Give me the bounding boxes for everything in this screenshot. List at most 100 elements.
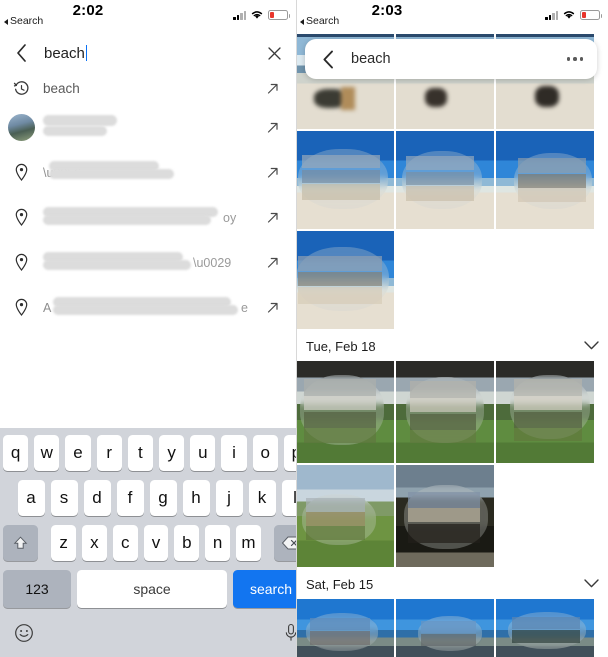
photo-thumbnail[interactable] [296,465,394,567]
more-dots-icon[interactable] [566,57,583,61]
key-y[interactable]: y [159,435,185,471]
key-m[interactable]: m [236,525,261,561]
emoji-smiley-icon[interactable] [14,623,34,648]
suggestion-lead-text: A [43,301,52,315]
suggestion-row-contact[interactable] [0,105,296,150]
photo-thumbnail[interactable] [296,599,394,657]
key-j[interactable]: j [215,480,243,516]
suggestion-body [34,115,262,136]
key-h[interactable]: h [182,480,210,516]
key-u[interactable]: u [190,435,216,471]
search-bar[interactable]: beach [0,34,296,72]
chevron-left-icon[interactable] [317,48,339,70]
date-label: Sat, Feb 15 [306,576,374,592]
location-pin-icon [8,163,34,182]
suggestion-row-location[interactable]: A e [0,285,296,330]
search-input[interactable]: beach [44,45,262,62]
key-e[interactable]: e [65,435,91,471]
key-w[interactable]: w [34,435,60,471]
history-clock-icon [8,80,34,97]
panel-divider [296,0,297,657]
key-c[interactable]: c [112,525,138,561]
key-s[interactable]: s [50,480,78,516]
key-f[interactable]: f [116,480,144,516]
suggestion-body: \u0056 [34,161,262,181]
close-x-icon[interactable] [262,41,286,65]
key-space[interactable]: space [77,570,227,608]
key-r[interactable]: r [96,435,122,471]
chevron-down-icon[interactable] [583,577,600,592]
photo-row [296,465,608,567]
suggestion-body: oy [34,207,262,226]
photo-thumbnail[interactable] [296,231,394,329]
photo-thumbnail[interactable] [396,465,494,567]
suggestion-row-recent[interactable]: beach [0,72,296,105]
date-section-header[interactable]: Sat, Feb 15 [296,569,608,599]
suggestion-list: beach oy \u0029 A e [0,72,296,330]
wifi-icon [251,11,263,19]
chevron-down-icon[interactable] [583,339,600,354]
photo-row [296,599,608,657]
suggestion-label: beach [43,81,80,96]
arrow-up-left-icon[interactable] [262,166,284,180]
arrow-up-left-icon[interactable] [262,301,284,315]
location-pin-icon [8,298,34,317]
microphone-icon[interactable] [284,623,296,648]
key-g[interactable]: g [149,480,177,516]
avatar [7,114,35,141]
keyboard-row-3: z x c v b n m [0,525,296,561]
photo-thumbnail[interactable] [396,599,494,657]
key-n[interactable]: n [205,525,230,561]
wifi-icon [563,11,575,19]
search-input-value: beach [44,44,85,62]
key-v[interactable]: v [143,525,169,561]
key-a[interactable]: a [17,480,45,516]
status-icons [233,9,290,20]
backspace-icon[interactable] [274,525,296,561]
redacted-text [43,115,262,136]
date-section-header[interactable]: Tue, Feb 18 [296,331,608,361]
back-triangle-icon [300,18,304,25]
status-icons [545,9,602,20]
key-o[interactable]: o [252,435,278,471]
key-numbers[interactable]: 123 [3,570,71,608]
key-q[interactable]: q [2,435,29,471]
on-screen-keyboard: q w e r t y u i o p a s d f g h j k l [0,428,296,657]
suggestion-row-location[interactable]: oy [0,195,296,240]
arrow-up-left-icon[interactable] [262,121,284,135]
photo-thumbnail[interactable] [396,361,494,463]
photo-thumbnail[interactable] [496,131,594,229]
photo-thumbnail[interactable] [296,361,394,463]
key-i[interactable]: i [221,435,247,471]
shift-arrow-icon[interactable] [2,525,38,561]
arrow-up-left-icon[interactable] [262,211,284,225]
key-b[interactable]: b [174,525,200,561]
keyboard-row-1: q w e r t y u i o p [0,435,296,471]
suggestion-tail-text: oy [223,211,237,225]
arrow-up-left-icon[interactable] [262,82,284,96]
floating-search-bar[interactable]: beach [305,39,597,79]
grid-empty-slot [396,231,494,329]
key-p[interactable]: p [283,435,296,471]
grid-empty-slot [496,231,594,329]
key-l[interactable]: l [281,480,296,516]
photo-thumbnail[interactable] [296,131,394,229]
keyboard-row-2: a s d f g h j k l [0,480,296,516]
location-pin-icon [8,253,34,272]
photo-thumbnail[interactable] [396,131,494,229]
key-search[interactable]: search [233,570,296,608]
photo-thumbnail[interactable] [496,361,594,463]
suggestion-row-location[interactable]: \u0029 [0,240,296,285]
date-label: Tue, Feb 18 [306,338,376,354]
suggestion-tail-text: e [241,301,248,315]
key-t[interactable]: t [127,435,153,471]
key-z[interactable]: z [51,525,77,561]
key-d[interactable]: d [83,480,111,516]
key-k[interactable]: k [248,480,276,516]
suggestion-row-location[interactable]: \u0056 [0,150,296,195]
chevron-left-icon[interactable] [10,42,32,64]
key-x[interactable]: x [82,525,107,561]
suggestion-tail-text: \u0029 [193,256,232,270]
photo-thumbnail[interactable] [496,599,594,657]
arrow-up-left-icon[interactable] [262,256,284,270]
